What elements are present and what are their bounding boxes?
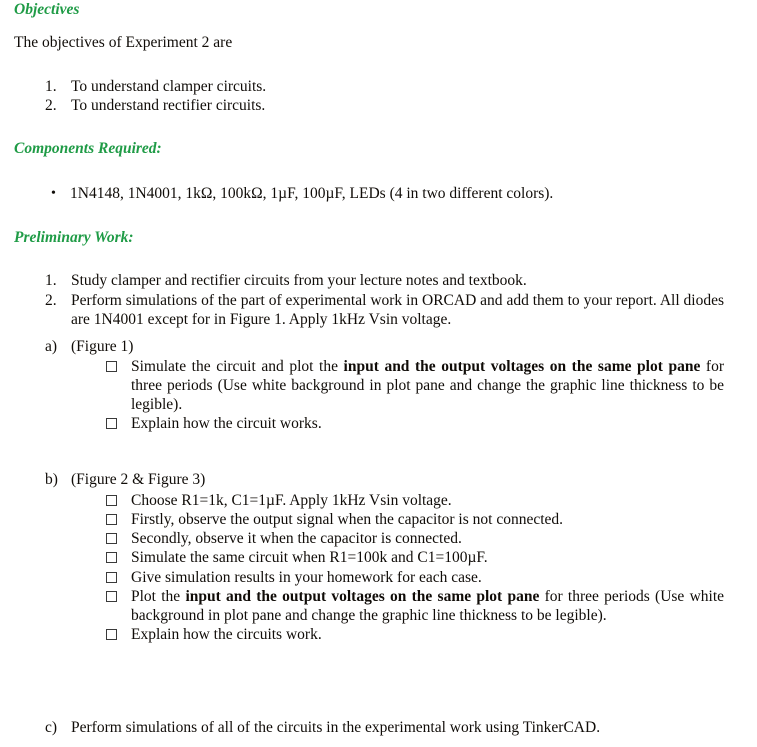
list-item: 2. Perform simulations of the part of ex… (45, 291, 724, 329)
emphasis-text: input and the output voltages on the sam… (343, 358, 701, 376)
checklist-item: Give simulation results in your homework… (106, 568, 724, 587)
part-marker: a) (45, 338, 58, 355)
checklist-item-text: Simulate the same circuit when R1=100k a… (131, 549, 488, 567)
list-item-text: 1N4148, 1N4001, 1kΩ, 100kΩ, 1µF, 100µF, … (70, 185, 554, 202)
part-title: Perform simulations of all of the circui… (71, 719, 601, 736)
heading-preliminary-work: Preliminary Work: (14, 229, 134, 246)
checkbox-icon[interactable] (106, 571, 117, 583)
checkbox-icon[interactable] (106, 629, 117, 641)
part-c: c) Perform simulations of all of the cir… (45, 718, 724, 737)
part-b: b) (Figure 2 & Figure 3) Choose R1=1k, C… (45, 470, 724, 644)
part-marker: c) (45, 719, 58, 736)
checklist-item-text: Simulate the circuit and plot the input … (131, 358, 724, 414)
list-item-text: To understand rectifier circuits. (71, 97, 266, 115)
part-marker: b) (45, 471, 58, 488)
checklist-item: Simulate the same circuit when R1=100k a… (106, 548, 724, 567)
checklist-item: Choose R1=1k, C1=1µF. Apply 1kHz Vsin vo… (106, 491, 724, 510)
checklist-item-text: Explain how the circuits work. (131, 626, 322, 644)
checklist-item-text: Choose R1=1k, C1=1µF. Apply 1kHz Vsin vo… (131, 492, 452, 510)
bullet-icon: • (51, 186, 56, 201)
components-list: • 1N4148, 1N4001, 1kΩ, 100kΩ, 1µF, 100µF… (49, 185, 689, 204)
part-a-heading: a) (Figure 1) (45, 337, 724, 356)
checkbox-icon[interactable] (106, 514, 117, 526)
document-page: Objectives The objectives of Experiment … (0, 0, 757, 747)
checklist-item: Firstly, observe the output signal when … (106, 510, 724, 529)
list-item: 1. To understand clamper circuits. (45, 77, 545, 96)
checklist-item-text: Explain how the circuit works. (131, 415, 322, 433)
list-item-text: To understand clamper circuits. (71, 78, 267, 95)
checkbox-icon[interactable] (106, 495, 117, 507)
list-item: • 1N4148, 1N4001, 1kΩ, 100kΩ, 1µF, 100µF… (49, 185, 689, 204)
checkbox-icon[interactable] (106, 552, 117, 564)
part-title: (Figure 2 & Figure 3) (71, 471, 206, 488)
heading-components-required: Components Required: (14, 140, 162, 157)
checkbox-icon[interactable] (106, 533, 117, 545)
checklist-item: Explain how the circuit works. (106, 414, 724, 433)
list-item: 2. To understand rectifier circuits. (45, 96, 545, 115)
objectives-intro-text: The objectives of Experiment 2 are (14, 34, 233, 51)
checkbox-icon[interactable] (106, 590, 117, 602)
list-marker: 1. (45, 272, 57, 289)
objectives-list: 1. To understand clamper circuits. 2. To… (45, 77, 545, 115)
emphasis-text: input and the output voltages on the sam… (185, 587, 540, 605)
heading-objectives: Objectives (14, 1, 80, 18)
checklist-item-text: Give simulation results in your homework… (131, 568, 482, 586)
list-marker: 2. (45, 97, 57, 115)
list-marker: 2. (45, 292, 57, 310)
list-item-text: Perform simulations of the part of exper… (71, 292, 724, 329)
checkbox-icon[interactable] (106, 361, 117, 373)
checklist-item: Secondly, observe it when the capacitor … (106, 529, 724, 548)
checklist-item: Simulate the circuit and plot the input … (106, 357, 724, 414)
part-title: (Figure 1) (71, 338, 134, 355)
checklist-item: Explain how the circuits work. (106, 625, 724, 644)
checklist-item-text: Secondly, observe it when the capacitor … (131, 530, 462, 548)
part-b-heading: b) (Figure 2 & Figure 3) (45, 470, 724, 489)
list-marker: 1. (45, 78, 57, 95)
part-b-checklist: Choose R1=1k, C1=1µF. Apply 1kHz Vsin vo… (106, 491, 724, 644)
checklist-item-text: Firstly, observe the output signal when … (131, 511, 564, 529)
part-a: a) (Figure 1) Simulate the circuit and p… (45, 337, 724, 434)
part-c-heading: c) Perform simulations of all of the cir… (45, 718, 724, 737)
checklist-item-text: Plot the input and the output voltages o… (131, 587, 725, 624)
list-item: 1. Study clamper and rectifier circuits … (45, 271, 724, 290)
preliminary-numbered-list: 1. Study clamper and rectifier circuits … (45, 271, 724, 330)
part-a-checklist: Simulate the circuit and plot the input … (106, 357, 724, 434)
list-item-text: Study clamper and rectifier circuits fro… (71, 272, 527, 289)
checkbox-icon[interactable] (106, 418, 117, 430)
checklist-item: Plot the input and the output voltages o… (106, 587, 724, 625)
